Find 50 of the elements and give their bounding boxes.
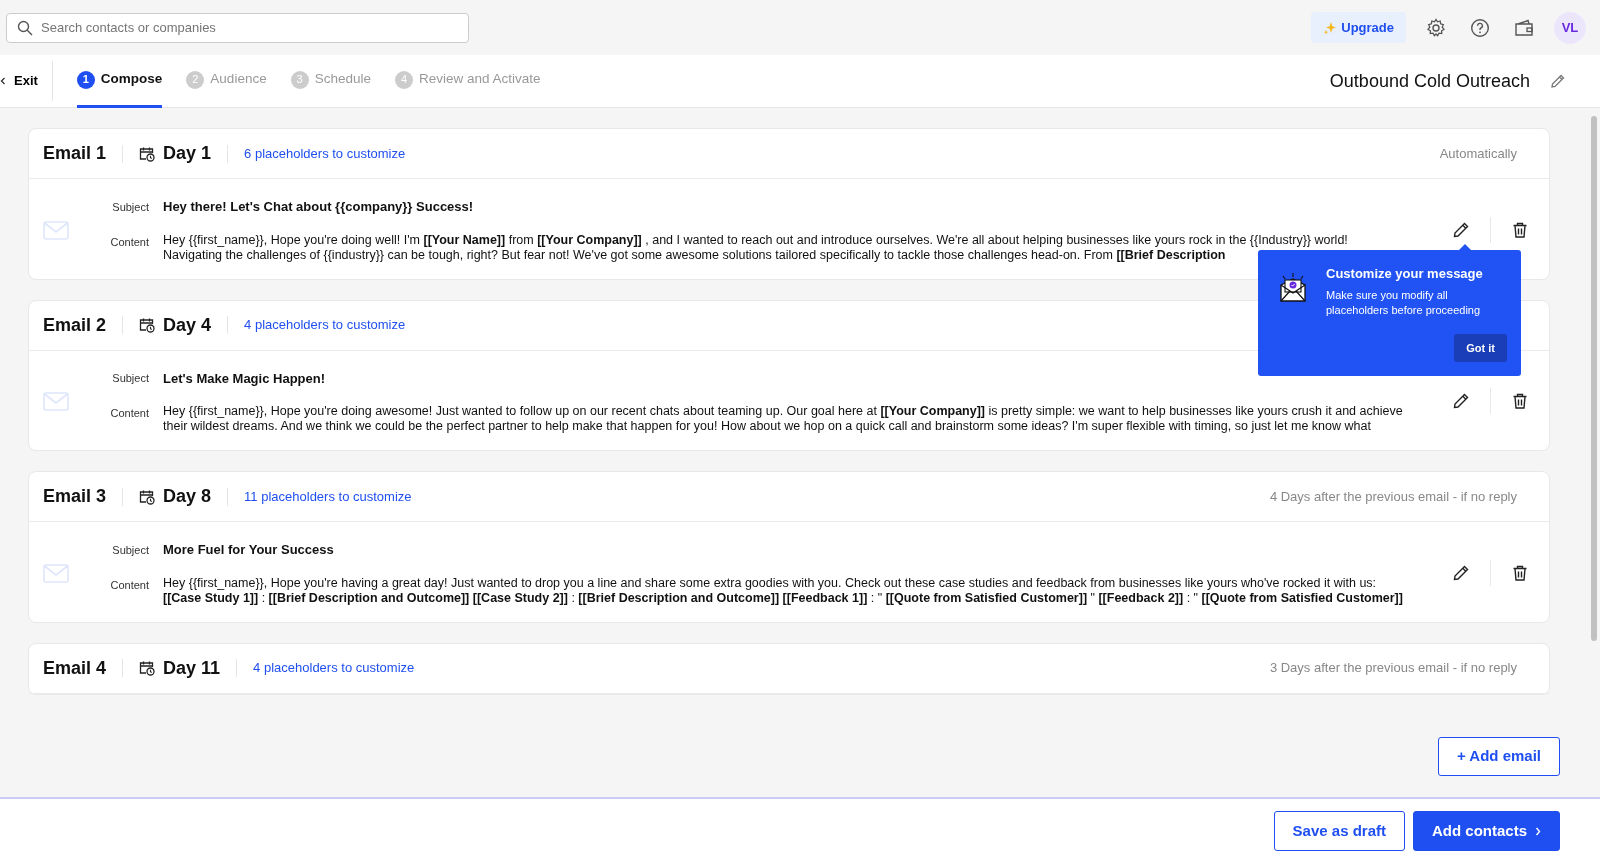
scrollbar[interactable] (1591, 116, 1597, 641)
subject-label: Subject (111, 199, 150, 215)
email-title: Email 3 (43, 485, 107, 508)
subject-label: Subject (111, 542, 150, 558)
calendar-clock-icon (139, 660, 156, 676)
exit-button[interactable]: Exit (0, 61, 53, 101)
placeholders-link[interactable]: 6 placeholders to customize (244, 143, 406, 164)
day-label: Day 4 (163, 313, 212, 337)
got-it-button[interactable]: Got it (1454, 333, 1507, 362)
email-subject: Let's Make Magic Happen! (163, 369, 326, 388)
envelope-icon (43, 392, 69, 412)
calendar-clock-icon (139, 488, 156, 505)
placeholders-link[interactable]: 4 placeholders to customize (253, 658, 415, 678)
email-subject: Hey there! Let's Chat about {{company}} Success! (163, 198, 474, 216)
email-content: Hey {{first_name}}, Hope you're doing awesome! Just wanted to follow up on our recent chats about teaming up. Our goal here at [[Your Company]] is pretty simple: we want to help businesses like yours crush it and achieve their wildest dreams. And we think we could be the perfect partner to help make that happen for you! How about we hop on a quick call and brainstorm some ideas? I'm super flexible with timing, so just let me know what (163, 404, 1403, 434)
content-label: Content (109, 234, 150, 250)
search-field[interactable]: Search contacts or companies (6, 12, 469, 43)
upgrade-button[interactable]: Upgrade (1311, 11, 1406, 44)
email-subject: More Fuel for Your Success (163, 541, 334, 559)
chevron-right-icon (1535, 826, 1541, 836)
calendar-clock-icon (139, 145, 156, 162)
subject-label: Subject (111, 371, 150, 386)
email-title: Email 2 (43, 313, 107, 337)
placeholders-link[interactable]: 4 placeholders to customize (244, 315, 406, 335)
step-tab[interactable]: 1 Compose (76, 54, 163, 108)
add-email-button[interactable]: + Add email (1437, 737, 1560, 776)
envelope-icon (43, 563, 69, 583)
email-content: Hey {{first_name}}, Hope you're having a great day! Just wanted to drop you a line and share some extra goodies with you. Check out these case studies and feedback from businesses like yours who've rocked it with us: [[Case Study 1]] : [[Brief Description and Outcome]] [[Case Study 2]] : [[Brief Description and Outcome]] [[Feedback 1]] : " [[Quote from Satisfied Customer]] " [[Feedback 2]] : " [[Quote from Satisfied Customer]] (163, 575, 1403, 606)
day-label: Day 11 (163, 656, 221, 680)
content-label: Content (109, 406, 150, 421)
envelope-icon (43, 220, 69, 240)
placeholders-link[interactable]: 11 placeholders to customize (244, 486, 412, 507)
email-title: Email 1 (43, 142, 107, 165)
schedule-text: 4 Days after the previous email - if no reply (1269, 487, 1517, 506)
email-content: Hey {{first_name}}, Hope you're doing well! I'm [[Your Name]] from [[Your Company]] , and I wanted to reach out and introduce ourselves. We're all about helping businesses like yours rock in the {{Industry}} world! Navigating the challenges of {{industry}} can be tough, right? But fear not! We've got some awesome solutions tailored specifically to tackle those challenges head-on. From [[Brief Description (163, 232, 1348, 263)
campaign-title: Outbound Cold Outreach (1329, 69, 1530, 93)
save-draft-button[interactable]: Save as draft (1273, 810, 1405, 852)
chevron-left-icon (0, 77, 6, 85)
user-avatar[interactable]: VL (1554, 11, 1586, 44)
calendar-clock-icon (139, 317, 156, 333)
email-title: Email 4 (43, 656, 107, 680)
day-label: Day 1 (163, 142, 212, 165)
popover-text: Make sure you modify all placeholders before proceeding (1326, 287, 1482, 318)
content-label: Content (109, 577, 150, 593)
add-contacts-button[interactable]: Add contacts (1413, 810, 1560, 852)
popover-title: Customize your message (1326, 265, 1484, 283)
schedule-text: Automatically (1439, 144, 1517, 163)
search-icon (17, 19, 33, 36)
day-label: Day 8 (163, 485, 212, 508)
schedule-text: 3 Days after the previous email - if no reply (1269, 659, 1517, 678)
